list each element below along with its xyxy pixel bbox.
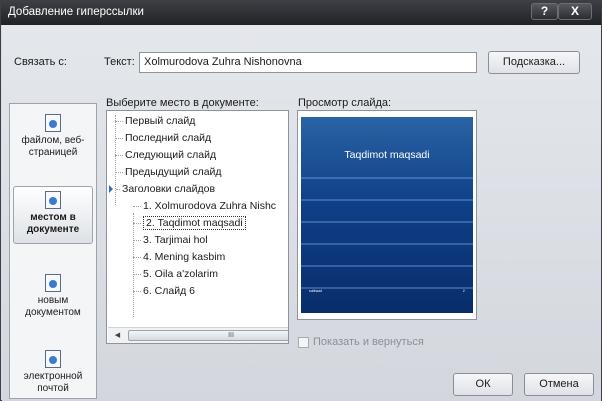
link-label-line2: почтой [37, 383, 69, 394]
scroll-thumb-horizontal[interactable]: III [128, 330, 288, 341]
cancel-button[interactable]: Отмена [524, 373, 594, 396]
tree-item-selected[interactable]: 2. Taqdimot maqsadi [133, 215, 246, 232]
tree-item[interactable]: Следующий слайд [115, 147, 216, 164]
title-bar: Добавление гиперссылки ? X [1, 1, 601, 25]
link-to-email[interactable]: электронной почтой [13, 350, 93, 400]
tree-item[interactable]: 5. Oila a'zolarim [133, 266, 218, 283]
expand-icon[interactable] [109, 185, 113, 194]
file-web-icon [45, 114, 61, 132]
hyperlink-dialog: Добавление гиперссылки ? X Связать с: Те… [0, 0, 602, 401]
tree-item[interactable]: Предыдущий слайд [115, 164, 222, 181]
link-to-bar: файлом, веб- страницей местом в документ… [9, 103, 97, 399]
link-to-heading: Связать с: [14, 56, 67, 68]
slide-footer: ˢᵘᵇʰᵉᵃᵈ [309, 289, 323, 295]
link-to-new-document[interactable]: новым документом [13, 274, 93, 324]
close-button[interactable]: X [558, 3, 592, 20]
link-label-line1: новым [37, 295, 69, 306]
slide-number: ² [463, 289, 465, 295]
help-button[interactable]: ? [531, 3, 558, 20]
tree-item[interactable]: 1. Xolmurodova Zuhra Nishc [133, 198, 276, 215]
link-to-place-in-document[interactable]: местом в документе [13, 186, 93, 244]
place-in-doc-label: Выберите место в документе: [106, 97, 259, 109]
tree-horizontal-scrollbar[interactable]: ◀ III ▶ [108, 327, 288, 343]
tree-item[interactable]: 6. Слайд 6 [133, 283, 195, 300]
email-icon [45, 350, 61, 368]
ok-button[interactable]: ОК [453, 373, 513, 396]
text-field-label: Текст: [104, 56, 135, 68]
preview-label: Просмотр слайда: [298, 97, 392, 109]
slide-thumbnail: Taqdimot maqsadi ˢᵘᵇʰᵉᵃᵈ ² [301, 117, 473, 313]
link-label-line1: электронной [23, 371, 83, 382]
document-places-tree[interactable]: Первый слайд Последний слайд Следующий с… [106, 110, 289, 344]
link-label-line2: документе [26, 224, 80, 235]
tree-item[interactable]: Первый слайд [115, 113, 195, 130]
link-label-line2: страницей [28, 147, 78, 158]
text-input[interactable]: Xolmurodova Zuhra Nishonovna [139, 52, 477, 73]
tree-item-slide-titles[interactable]: Заголовки слайдов [109, 181, 215, 198]
tree-item[interactable]: 3. Tarjimai hol [133, 232, 208, 249]
link-label-line1: файлом, веб- [21, 135, 85, 146]
link-label-line1: местом в [30, 212, 76, 223]
show-and-return-label: Показать и вернуться [313, 336, 424, 348]
scroll-left-icon[interactable]: ◀ [112, 331, 123, 339]
link-label-line2: документом [25, 307, 81, 318]
show-and-return-checkbox[interactable] [298, 337, 309, 348]
dialog-title: Добавление гиперссылки [8, 6, 144, 18]
link-to-file-web-page[interactable]: файлом, веб- страницей [13, 112, 93, 170]
slide-preview: Taqdimot maqsadi ˢᵘᵇʰᵉᵃᵈ ² [297, 110, 477, 320]
place-in-document-icon [45, 191, 61, 209]
tree-item[interactable]: Последний слайд [115, 130, 211, 147]
tooltip-button[interactable]: Подсказка... [488, 51, 580, 74]
slide-title: Taqdimot maqsadi [344, 149, 430, 161]
tree-item[interactable]: 4. Mening kasbim [133, 249, 225, 266]
new-document-icon [45, 274, 61, 292]
